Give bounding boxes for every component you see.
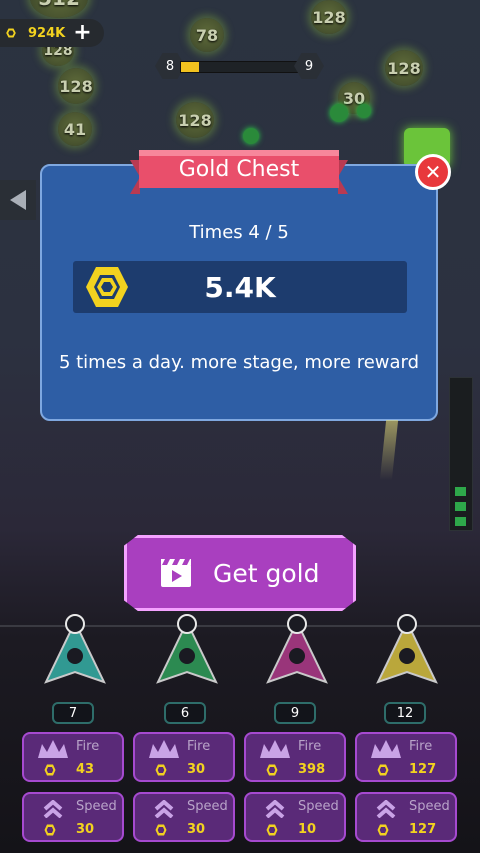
level-next: 9 xyxy=(294,53,324,79)
upgrade-cost: 30 xyxy=(187,762,206,777)
fire-upgrade-icon xyxy=(260,740,290,758)
coin-icon xyxy=(44,764,56,776)
speed-upgrade-icon xyxy=(154,800,174,818)
light-beam xyxy=(379,420,399,480)
upgrade-label: Fire xyxy=(298,739,322,754)
turret-ship[interactable] xyxy=(262,608,332,688)
dialog-title-ribbon: Gold Chest xyxy=(130,150,348,194)
bubble-dot xyxy=(243,128,259,144)
gold-amount: 924K xyxy=(28,25,66,41)
ship-level: 12 xyxy=(384,702,426,724)
reward-description: 5 times a day. more stage, more reward xyxy=(58,352,420,373)
turret-ship-icon xyxy=(44,614,106,684)
upgrade-label: Fire xyxy=(76,739,100,754)
upgrade-label: Fire xyxy=(187,739,211,754)
close-button[interactable]: ✕ xyxy=(415,154,451,190)
bubble: 128 xyxy=(311,0,347,34)
upgrade-fire-button[interactable]: Fire 127 xyxy=(355,732,457,782)
bubble: 128 xyxy=(176,102,214,138)
upgrade-label: Speed xyxy=(409,799,450,814)
upgrade-cost: 43 xyxy=(76,762,95,777)
bubble-dot xyxy=(330,104,348,122)
fire-upgrade-icon xyxy=(149,740,179,758)
get-gold-button[interactable]: Get gold xyxy=(124,535,356,611)
ship-level: 7 xyxy=(52,702,94,724)
coin-icon xyxy=(155,824,167,836)
upgrade-cost: 398 xyxy=(298,762,326,777)
gauge-cell xyxy=(455,517,466,526)
speed-upgrade-icon xyxy=(265,800,285,818)
ribbon-highlight xyxy=(139,150,339,156)
arrow-left-icon xyxy=(10,190,26,210)
upgrade-label: Fire xyxy=(409,739,433,754)
speed-upgrade-icon xyxy=(376,800,396,818)
turret-ship[interactable] xyxy=(152,608,222,688)
close-icon: ✕ xyxy=(424,160,442,184)
coin-icon xyxy=(377,764,389,776)
upgrade-label: Speed xyxy=(298,799,339,814)
upgrade-label: Speed xyxy=(76,799,117,814)
gold-counter: 924K + xyxy=(0,19,104,47)
upgrade-speed-button[interactable]: Speed 30 xyxy=(22,792,124,842)
upgrade-fire-button[interactable]: Fire 30 xyxy=(133,732,235,782)
video-icon xyxy=(161,559,191,587)
speed-upgrade-icon xyxy=(43,800,63,818)
coin-icon xyxy=(266,764,278,776)
level-progress-bar xyxy=(180,61,300,73)
upgrade-cost: 30 xyxy=(187,822,206,837)
upgrade-speed-button[interactable]: Speed 10 xyxy=(244,792,346,842)
coin-icon xyxy=(377,824,389,836)
upgrade-label: Speed xyxy=(187,799,228,814)
turret-ship[interactable] xyxy=(372,608,442,688)
reward-amount: 5.4K xyxy=(204,270,276,304)
times-label: Times 4 / 5 xyxy=(189,222,289,243)
ribbon-tail xyxy=(338,160,348,194)
bubble: 128 xyxy=(385,50,423,86)
power-gauge xyxy=(449,377,473,531)
bubble: 41 xyxy=(58,112,92,146)
gauge-cell xyxy=(455,487,466,496)
upgrade-cost: 30 xyxy=(76,822,95,837)
coin-icon xyxy=(155,764,167,776)
ship-level: 6 xyxy=(164,702,206,724)
get-gold-label: Get gold xyxy=(213,558,320,588)
upgrade-cost: 127 xyxy=(409,822,437,837)
upgrade-speed-button[interactable]: Speed 127 xyxy=(355,792,457,842)
level-progress-fill xyxy=(181,62,199,72)
upgrade-cost: 10 xyxy=(298,822,317,837)
turret-ship-icon xyxy=(266,614,328,684)
upgrade-speed-button[interactable]: Speed 30 xyxy=(133,792,235,842)
upgrade-cost: 127 xyxy=(409,762,437,777)
upgrade-fire-button[interactable]: Fire 398 xyxy=(244,732,346,782)
coin-icon xyxy=(6,28,16,38)
reward-bar: 5.4K xyxy=(73,261,407,313)
gauge-cell xyxy=(455,502,466,511)
fire-upgrade-icon xyxy=(371,740,401,758)
bubble-dot xyxy=(357,104,371,118)
upgrade-fire-button[interactable]: Fire 43 xyxy=(22,732,124,782)
turret-ship[interactable] xyxy=(40,608,110,688)
coin-icon xyxy=(44,824,56,836)
fire-upgrade-icon xyxy=(38,740,68,758)
left-arrow-button[interactable] xyxy=(0,180,36,220)
bubble: 128 xyxy=(58,68,94,104)
coin-icon xyxy=(266,824,278,836)
add-gold-button[interactable]: + xyxy=(73,22,91,44)
turret-ship-icon xyxy=(376,614,438,684)
ship-level: 9 xyxy=(274,702,316,724)
turret-ship-icon xyxy=(156,614,218,684)
bubble: 78 xyxy=(190,18,224,52)
bubble: 512 xyxy=(30,0,88,18)
